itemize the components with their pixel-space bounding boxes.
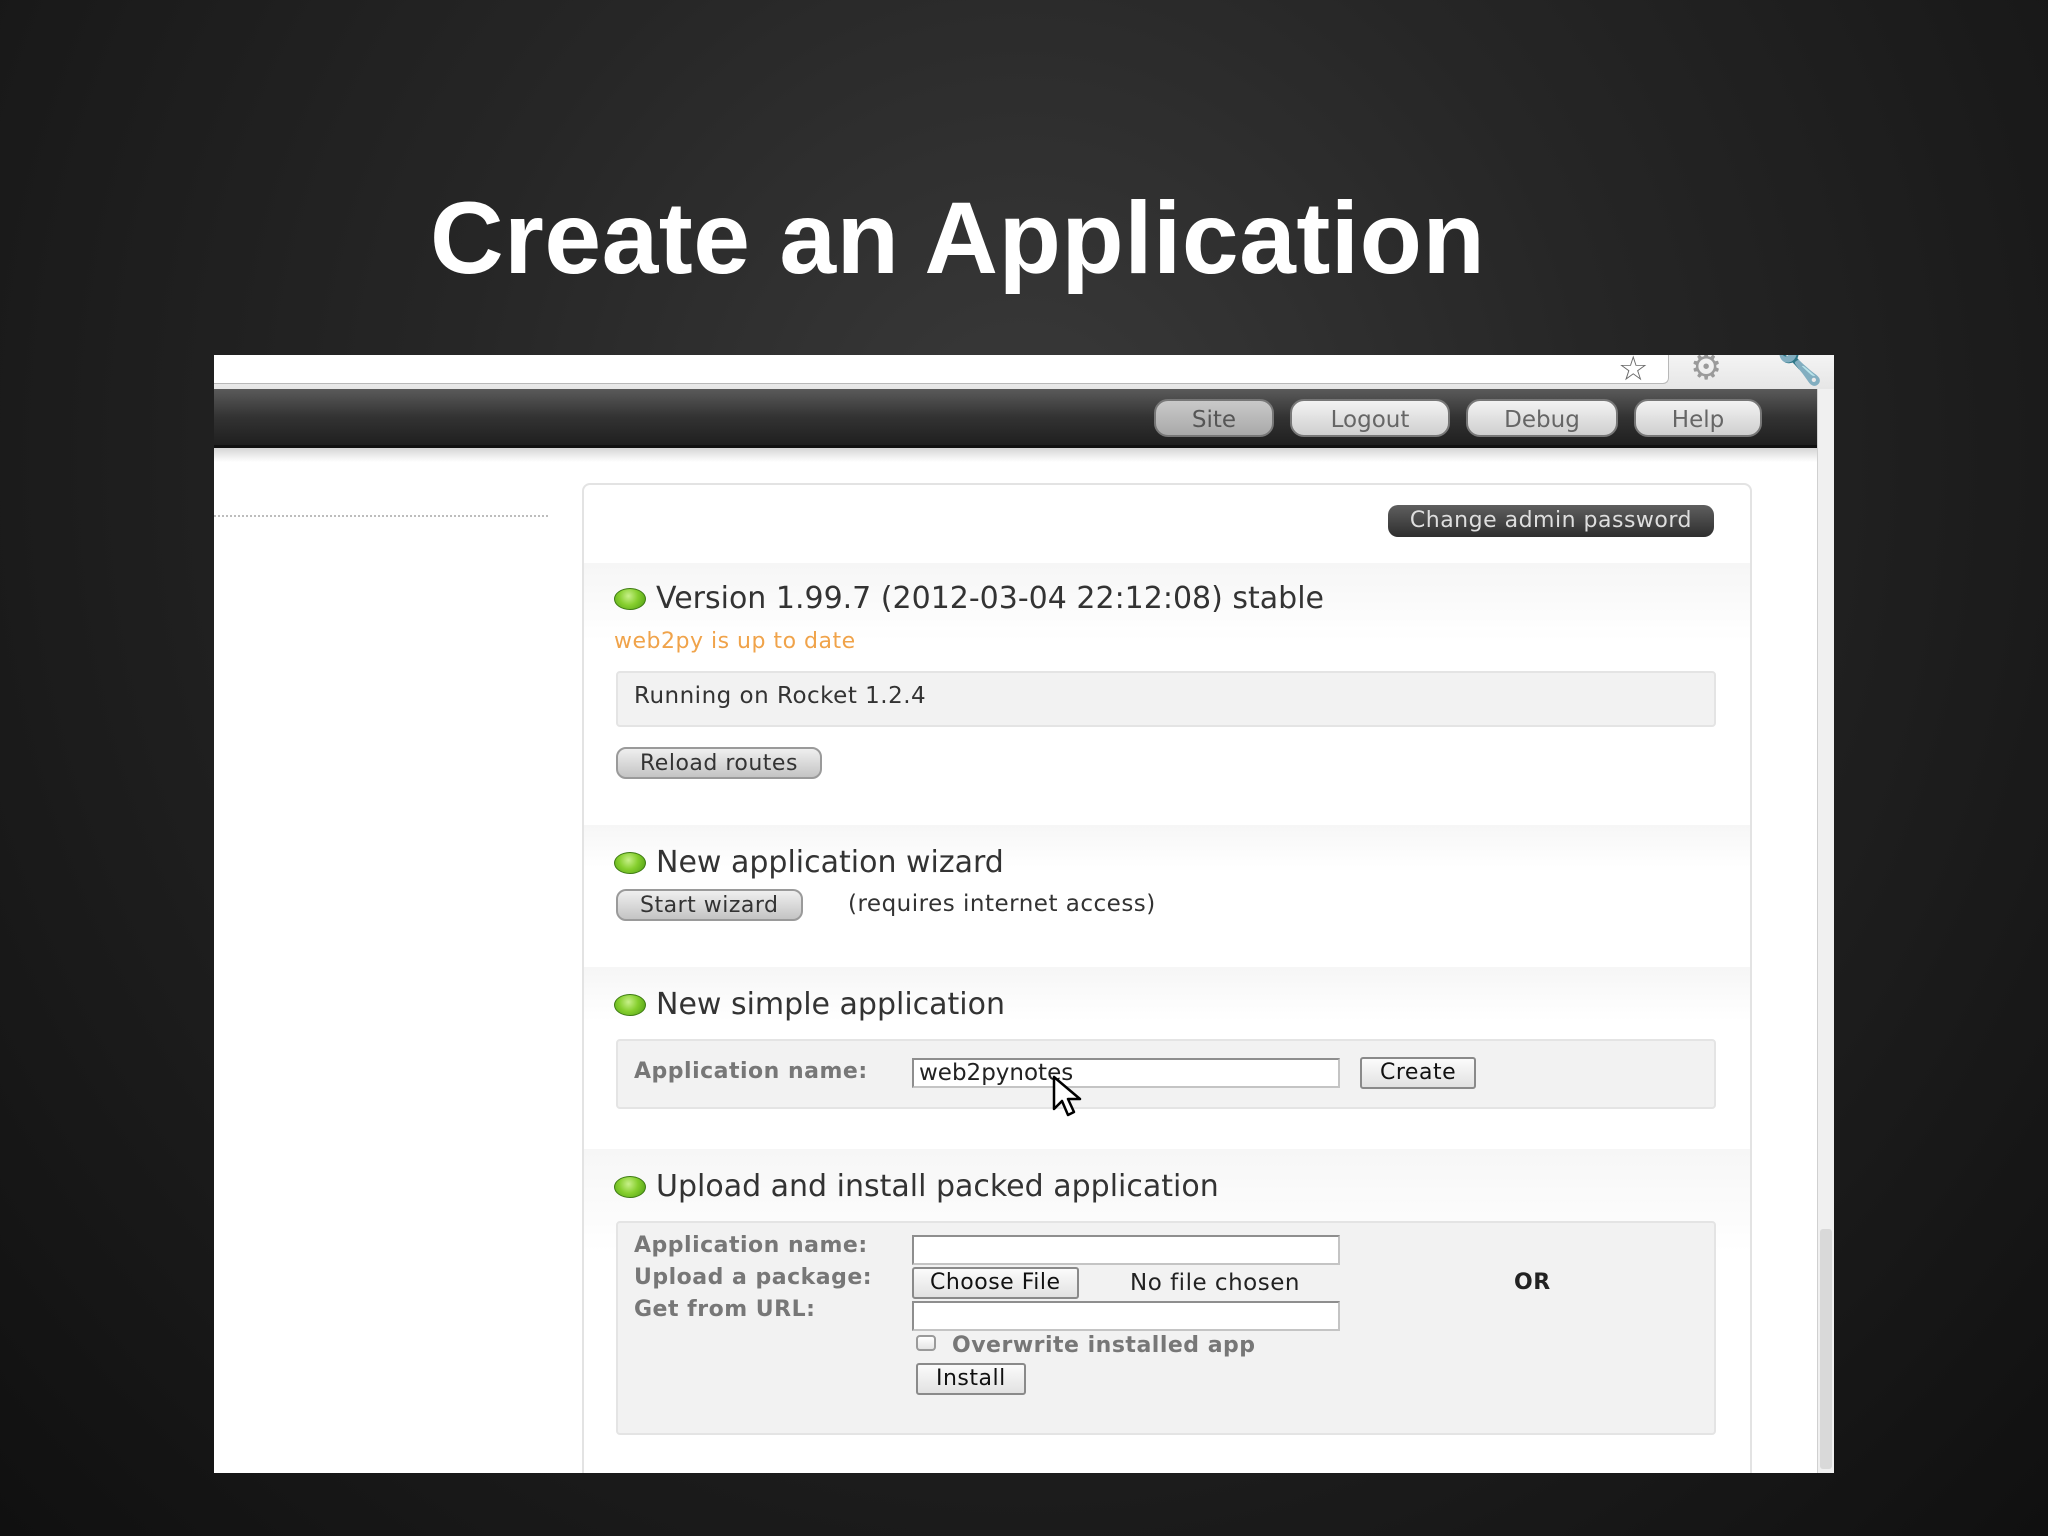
navbar-shadow [214,448,1817,462]
upload-section: Upload and install packed application Ap… [584,1149,1750,1473]
gear-icon[interactable]: ⚙ [1690,355,1722,388]
upload-form: Application name: Upload a package: Choo… [616,1221,1716,1435]
status-ok-icon [614,851,646,874]
create-button[interactable]: Create [1360,1057,1477,1089]
overwrite-label: Overwrite installed app [952,1333,1256,1358]
scrollbar-thumb[interactable] [1820,1229,1832,1469]
upload-app-name-label: Application name: [634,1233,868,1258]
reload-routes-button[interactable]: Reload routes [616,747,822,779]
or-text: OR [1514,1270,1551,1295]
update-status: web2py is up to date [614,629,856,654]
wizard-heading-text: New application wizard [656,845,1004,880]
wizard-section: New application wizard Start wizard (req… [584,825,1750,969]
simple-app-heading-text: New simple application [656,987,1006,1022]
nav-debug-button[interactable]: Debug [1466,399,1618,437]
app-name-label: Application name: [634,1059,868,1084]
sidebar-divider [214,515,548,517]
mouse-cursor-icon [1052,1075,1082,1117]
slide-title: Create an Application [430,181,1486,295]
server-info: Running on Rocket 1.2.4 [634,683,927,709]
browser-toolbar: ☆ ⚙ 🔧 [214,355,1834,389]
simple-app-heading: New simple application [614,987,1005,1022]
status-ok-icon [614,993,646,1016]
version-section: Version 1.99.7 (2012-03-04 22:12:08) sta… [584,563,1750,827]
upload-app-name-input[interactable] [912,1235,1340,1265]
simple-app-form: Application name: web2pynotes Create [616,1039,1716,1109]
install-button[interactable]: Install [916,1363,1026,1395]
nav-site-button[interactable]: Site [1154,399,1274,437]
get-from-url-label: Get from URL: [634,1297,816,1322]
admin-navbar: Site Logout Debug Help [214,389,1817,448]
nav-help-button[interactable]: Help [1634,399,1762,437]
choose-file-button[interactable]: Choose File [912,1267,1079,1299]
panel-header: Change admin password [584,485,1750,565]
upload-heading: Upload and install packed application [614,1169,1219,1204]
upload-package-label: Upload a package: [634,1265,873,1290]
app-name-input[interactable]: web2pynotes [912,1058,1340,1088]
version-heading-text: Version 1.99.7 (2012-03-04 22:12:08) sta… [656,581,1324,616]
overwrite-checkbox[interactable] [916,1335,936,1351]
version-heading: Version 1.99.7 (2012-03-04 22:12:08) sta… [614,581,1324,616]
status-ok-icon [614,1175,646,1198]
change-admin-password-button[interactable]: Change admin password [1387,505,1714,537]
server-info-box: Running on Rocket 1.2.4 [616,671,1716,727]
wizard-note: (requires internet access) [848,891,1156,917]
page-scrollbar[interactable] [1817,389,1834,1473]
start-wizard-button[interactable]: Start wizard [616,889,803,921]
status-ok-icon [614,587,646,610]
nav-logout-button[interactable]: Logout [1290,399,1450,437]
site-panel: Change admin password Version 1.99.7 (20… [582,483,1752,1473]
wrench-icon[interactable]: 🔧 [1776,355,1823,388]
browser-screenshot: ☆ ⚙ 🔧 Site Logout Debug Help Change admi… [214,355,1834,1473]
wizard-heading: New application wizard [614,845,1004,880]
simple-app-section: New simple application Application name:… [584,967,1750,1151]
upload-heading-text: Upload and install packed application [656,1169,1219,1204]
bookmark-star-icon[interactable]: ☆ [1618,355,1648,389]
address-bar[interactable] [214,355,1669,384]
url-input[interactable] [912,1301,1340,1331]
no-file-text: No file chosen [1130,1270,1300,1296]
